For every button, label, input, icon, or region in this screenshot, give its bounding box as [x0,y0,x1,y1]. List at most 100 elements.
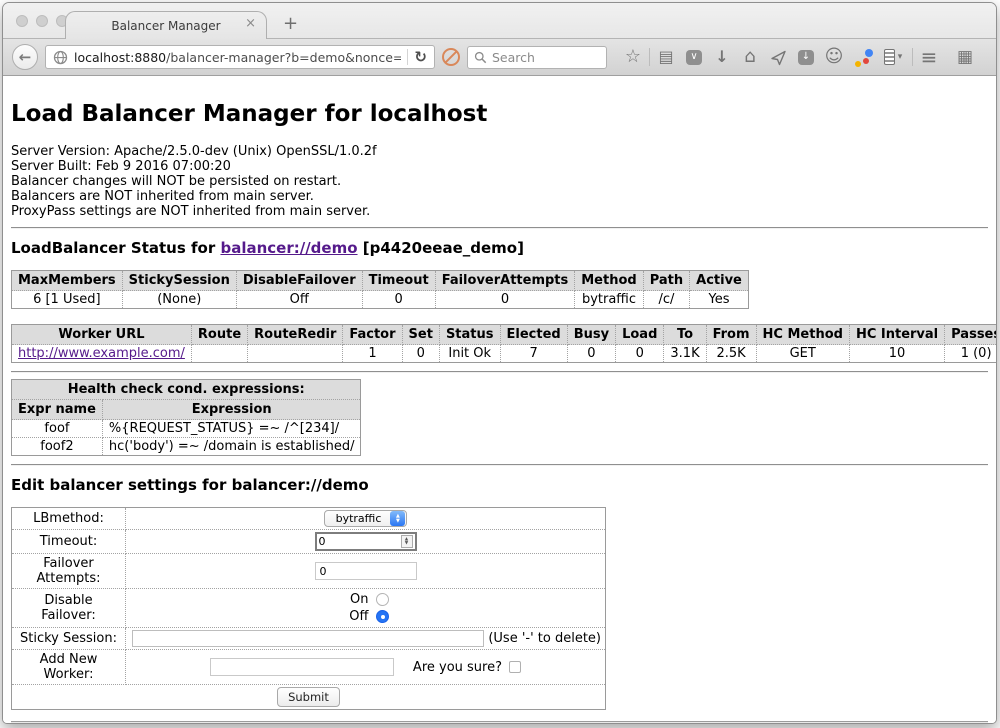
are-you-sure-checkbox[interactable] [509,661,521,673]
form-row-lbmethod: LBmethod: bytraffic ▲▼ [12,508,606,530]
search-bar[interactable]: Search [467,46,607,69]
downloads-icon[interactable]: ↓ [708,47,736,67]
timeout-label: Timeout: [12,530,126,554]
search-icon [474,51,487,64]
balancer-status-table: MaxMembers StickySession DisableFailover… [11,270,749,309]
cell-expr-name: foof2 [12,438,103,456]
col-header: Expression [102,400,361,420]
grid-extension-icon[interactable]: ▦ [951,47,979,67]
cell-disablefailover: Off [236,291,362,309]
lbmethod-label: LBmethod: [12,508,126,530]
blue-dot [865,49,873,57]
submit-button[interactable]: Submit [277,687,340,707]
cell-maxmembers: 6 [1 Used] [12,291,123,309]
globe-icon [53,50,68,65]
battery-icon [884,49,895,65]
new-tab-button[interactable]: + [283,15,298,33]
table-header-row: Expr name Expression [12,400,361,420]
col-header: HC Interval [849,325,944,345]
col-header: StickySession [122,271,236,291]
extension-download-icon[interactable]: ↓ [792,50,820,65]
bookmarks-menu-icon[interactable]: ▤ [652,47,680,67]
table-header-row: Worker URL Route RouteRedir Factor Set S… [12,325,997,345]
url-bar[interactable]: localhost:8880/balancer-manager?b=demo&n… [45,45,435,69]
close-window-button[interactable] [16,15,28,27]
failover-attempts-input[interactable] [315,562,417,580]
col-header: Active [690,271,749,291]
table-row: http://www.example.com/ 1 0 Init Ok 7 0 … [12,345,997,363]
home-icon[interactable]: ⌂ [736,47,764,67]
pocket-badge: ∨ [686,50,702,65]
browser-tab[interactable]: Balancer Manager × [65,11,267,39]
col-header: Set [402,325,439,345]
on-label: On [343,591,369,608]
back-icon: ← [19,48,32,66]
cell-expression: hc('body') =~ /domain is established/ [102,438,361,456]
section-divider [11,227,988,229]
col-header: MaxMembers [12,271,123,291]
col-header: Elected [500,325,567,345]
bookmark-star-icon[interactable]: ☆ [619,47,647,67]
cell-path: /c/ [643,291,689,309]
disable-failover-off-radio[interactable] [376,610,389,623]
send-tab-icon[interactable] [764,48,792,66]
col-header: Expr name [12,400,103,420]
cell-from: 2.5K [706,345,756,363]
table-header-row: MaxMembers StickySession DisableFailover… [12,271,749,291]
cell-factor: 1 [343,345,402,363]
timeout-input[interactable]: 0 ▲▼ [315,532,417,551]
balancer-demo-link[interactable]: balancer://demo [220,239,357,257]
cell-busy: 0 [567,345,615,363]
spin-down-icon: ▼ [405,542,408,546]
cell-hc-method: GET [756,345,849,363]
chevron-down-icon[interactable]: ▾ [898,47,903,67]
health-table-title: Health check cond. expressions: [12,380,361,400]
page-content: Load Balancer Manager for localhost Serv… [3,76,996,724]
battery-extension-icon[interactable]: ▾ [876,47,910,67]
extension-download-badge: ↓ [798,50,814,65]
disable-failover-on-radio[interactable] [376,593,389,606]
server-built-line: Server Built: Feb 9 2016 07:00:20 [11,159,988,174]
cell-hc-interval: 10 [849,345,944,363]
edit-balancer-heading: Edit balancer settings for balancer://de… [11,476,988,494]
tab-close-icon[interactable]: × [245,17,256,30]
pocket-icon[interactable]: ∨ [680,50,708,65]
section-divider [11,464,988,466]
table-row: 6 [1 Used] (None) Off 0 0 bytraffic /c/ … [12,291,749,309]
form-row-timeout: Timeout: 0 ▲▼ [12,530,606,554]
sticky-session-input[interactable] [132,630,484,647]
sticky-session-note: (Use '-' to delete) [488,631,601,646]
cell-expression: %{REQUEST_STATUS} =~ /^[234]/ [102,420,361,438]
loadbalancer-status-heading: LoadBalancer Status for balancer://demo … [11,239,988,257]
plugin-blocked-icon[interactable] [442,48,460,66]
section-divider [11,371,988,373]
select-stepper-icon: ▲▼ [390,511,405,526]
col-header: Status [439,325,500,345]
form-row-submit: Submit [12,685,606,710]
page-title: Load Balancer Manager for localhost [11,101,988,127]
worker-url-link[interactable]: http://www.example.com/ [18,346,185,361]
col-header: DisableFailover [236,271,362,291]
failover-attempts-label: Failover Attempts: [12,554,126,589]
col-header: From [706,325,756,345]
persist-note-line: Balancer changes will NOT be persisted o… [11,174,988,189]
col-header: To [664,325,706,345]
cell-elected: 7 [500,345,567,363]
number-spinner-icon[interactable]: ▲▼ [401,535,413,548]
minimize-window-button[interactable] [36,15,48,27]
col-header: Load [616,325,664,345]
radio-line-off: Off [130,608,601,625]
lbmethod-selected-value: bytraffic [336,512,382,525]
cell-active: Yes [690,291,749,309]
stepper-down-icon: ▼ [396,519,400,524]
feedback-smiley-icon[interactable]: ☺ [820,47,848,67]
cell-load: 0 [616,345,664,363]
add-worker-input[interactable] [210,658,394,676]
reload-icon[interactable]: ↻ [414,48,427,66]
col-header: Passes [945,325,996,345]
hamburger-menu-icon[interactable]: ≡ [915,47,943,67]
lbmethod-select[interactable]: bytraffic ▲▼ [324,510,408,527]
table-row: foof %{REQUEST_STATUS} =~ /^[234]/ [12,420,361,438]
back-button[interactable]: ← [12,44,38,70]
status-heading-prefix: LoadBalancer Status for [11,239,220,257]
